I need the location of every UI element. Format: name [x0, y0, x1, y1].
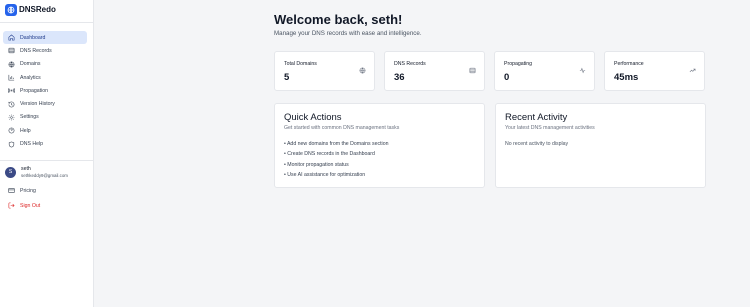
list-item: • Create DNS records in the Dashboard	[284, 151, 375, 158]
bar-chart-icon	[8, 74, 15, 81]
sidebar-item-propagation[interactable]: Propagation	[3, 84, 87, 97]
stat-label: DNS Records	[394, 61, 426, 67]
stat-card-propagating: Propagating 0	[494, 51, 595, 91]
database-icon	[469, 61, 476, 74]
sidebar-item-analytics[interactable]: Analytics	[3, 71, 87, 84]
stat-card-performance: Performance 45ms	[604, 51, 705, 91]
list-item: • Use AI assistance for optimization	[284, 171, 366, 178]
sidebar-item-label: Settings	[20, 114, 39, 121]
globe-logo-icon	[5, 4, 17, 16]
activity-icon	[579, 61, 586, 74]
panel-subtitle: Your latest DNS management activities	[505, 125, 595, 131]
user-profile[interactable]: S seth sethkeddy9@gmail.com	[5, 166, 68, 178]
globe-icon	[359, 61, 366, 74]
sidebar-item-label: DNS Help	[20, 141, 44, 148]
log-out-icon	[8, 202, 15, 209]
home-icon	[8, 34, 15, 41]
help-circle-icon	[8, 127, 15, 134]
sidebar-item-label: Analytics	[20, 74, 41, 81]
panel-title: Quick Actions	[284, 112, 342, 123]
globe-icon	[8, 61, 15, 68]
stat-label: Total Domains	[284, 61, 317, 67]
credit-card-icon	[8, 187, 15, 194]
list-item: • Monitor propagation status	[284, 161, 349, 168]
sidebar-item-label: DNS Records	[20, 47, 52, 54]
user-name: seth	[21, 166, 31, 172]
stat-value: 0	[504, 72, 510, 83]
sidebar-nav: Dashboard DNS Records Domains Analytics …	[3, 31, 87, 151]
stat-card-dns-records: DNS Records 36	[384, 51, 485, 91]
main-content: Welcome back, seth! Manage your DNS reco…	[94, 0, 750, 307]
stat-card-total-domains: Total Domains 5	[274, 51, 375, 91]
sidebar-item-settings[interactable]: Settings	[3, 111, 87, 124]
sidebar-item-dns-records[interactable]: DNS Records	[3, 44, 87, 57]
divider	[0, 160, 93, 161]
stat-value: 36	[394, 72, 405, 83]
page-subtitle: Manage your DNS records with ease and in…	[274, 30, 422, 37]
sidebar-item-label: Dashboard	[20, 34, 46, 41]
pricing-link[interactable]: Pricing	[8, 187, 36, 194]
stat-label: Performance	[614, 61, 644, 67]
sign-out-label: Sign Out	[20, 202, 41, 209]
shield-icon	[8, 141, 15, 148]
sign-out-button[interactable]: Sign Out	[8, 202, 40, 209]
sidebar-item-label: Domains	[20, 61, 41, 68]
database-icon	[8, 47, 15, 54]
quick-actions-panel: Quick Actions Get started with common DN…	[274, 103, 485, 188]
page-title: Welcome back, seth!	[274, 12, 403, 27]
radio-icon	[8, 87, 15, 94]
avatar: S	[5, 166, 16, 178]
divider	[0, 22, 93, 23]
empty-state-text: No recent activity to display	[505, 141, 569, 147]
panel-title: Recent Activity	[505, 112, 568, 123]
stat-label: Propagating	[504, 61, 532, 67]
stat-value: 5	[284, 72, 290, 83]
brand-name: DNSRedo	[19, 5, 56, 14]
user-email: sethkeddy9@gmail.com	[21, 173, 68, 178]
gear-icon	[8, 114, 15, 121]
sidebar-item-dns-help[interactable]: DNS Help	[3, 137, 87, 150]
sidebar-item-dashboard[interactable]: Dashboard	[3, 31, 87, 45]
sidebar-item-label: Propagation	[20, 87, 48, 94]
recent-activity-panel: Recent Activity Your latest DNS manageme…	[495, 103, 706, 188]
sidebar-item-help[interactable]: Help	[3, 124, 87, 137]
brand[interactable]: DNSRedo	[0, 0, 93, 22]
sidebar-item-label: Help	[20, 127, 31, 134]
panel-subtitle: Get started with common DNS management t…	[284, 125, 400, 131]
sidebar-item-domains[interactable]: Domains	[3, 58, 87, 71]
sidebar-item-label: Version History	[20, 101, 55, 108]
sidebar-item-version-history[interactable]: Version History	[3, 97, 87, 110]
trending-up-icon	[689, 61, 696, 73]
quick-actions-list: • Add new domains from the Domains secti…	[284, 141, 388, 182]
list-item: • Add new domains from the Domains secti…	[284, 141, 389, 147]
sidebar: DNSRedo Dashboard DNS Records Domains An…	[0, 0, 94, 307]
stat-value: 45ms	[614, 72, 639, 83]
history-icon	[8, 101, 15, 108]
pricing-label: Pricing	[20, 187, 36, 194]
